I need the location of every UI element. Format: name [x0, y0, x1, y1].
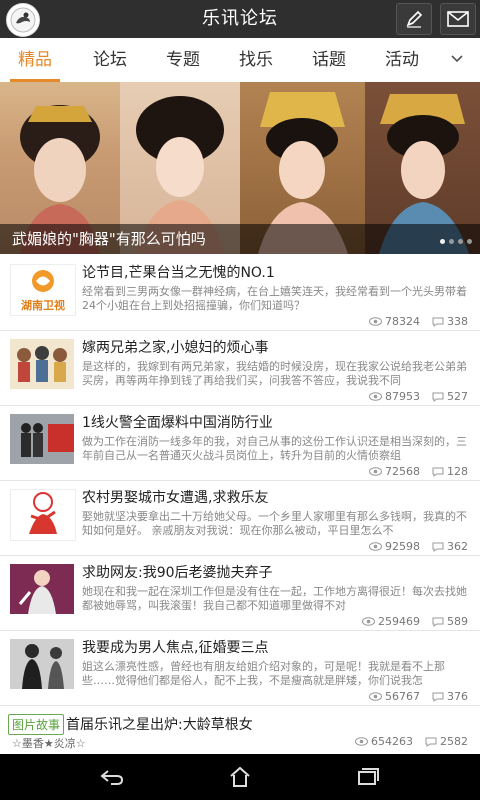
post-title: 首届乐讯之星出炉:大龄草根女 — [66, 717, 253, 733]
pager-dot[interactable] — [467, 239, 472, 244]
list-item[interactable]: 我要成为男人焦点,征婚要三点 姐这么漂亮性感，曾经也有朋友给姐介绍对象的，可是呢… — [0, 631, 480, 706]
comment-count: 376 — [447, 690, 468, 703]
pager-dot[interactable] — [449, 239, 454, 244]
mail-icon[interactable] — [440, 3, 476, 35]
eye-icon — [369, 392, 382, 401]
view-count: 654263 — [371, 735, 413, 748]
tab-topics-special[interactable]: 专题 — [148, 38, 218, 82]
comment-count: 527 — [447, 390, 468, 403]
thumbnail-logo-text: 湖南卫视 — [21, 299, 65, 312]
post-list: 湖南卫视 论节目,芒果台当之无愧的NO.1 经常看到三男两女像一群神经病，在台上… — [0, 256, 480, 706]
post-stats: 259469 589 — [362, 615, 468, 628]
post-thumbnail — [10, 639, 74, 689]
view-count: 78324 — [385, 315, 420, 328]
post-excerpt: 她现在和我一起在深圳工作但是没有住在一起，工作地方离得很近！每次去找她都被她辱骂… — [82, 585, 467, 612]
comment-icon — [432, 392, 444, 402]
comment-icon — [432, 467, 444, 477]
picture-story-item[interactable]: 图片故事 首届乐讯之星出炉:大龄草根女 ☆墨香★炎凉☆ 654263 2582 — [0, 707, 480, 753]
system-nav-bar — [0, 754, 480, 800]
post-title: 农村男娶城市女遭遇,求救乐友 — [82, 490, 269, 506]
tab-bar: 精品 论坛 专题 找乐 话题 活动 — [0, 38, 480, 83]
featured-banner[interactable]: 武媚娘的"胸器"有那么可怕吗 — [0, 82, 480, 254]
post-author[interactable]: ☆墨香★炎凉☆ — [12, 735, 86, 751]
back-icon[interactable] — [98, 763, 126, 791]
chevron-down-icon[interactable] — [450, 52, 464, 66]
list-item[interactable]: 1线火警全面爆料中国消防行业 做为工作在消防一线多年的我，对自己从事的这份工作认… — [0, 406, 480, 481]
post-excerpt: 做为工作在消防一线多年的我，对自己从事的这份工作认识还是相当深刻的，三年前自己从… — [82, 435, 467, 462]
tab-find-fun[interactable]: 找乐 — [221, 38, 291, 82]
post-thumbnail — [10, 339, 74, 389]
comment-icon — [432, 617, 444, 627]
list-item[interactable]: 嫁两兄弟之家,小媳妇的烦心事 是这样的，我嫁到有两兄弟家，我结婚的时候没房，现在… — [0, 331, 480, 406]
tab-activities[interactable]: 活动 — [367, 38, 437, 82]
eye-icon — [369, 317, 382, 326]
pager-dot[interactable] — [458, 239, 463, 244]
post-stats: 72568 128 — [369, 465, 468, 478]
view-count: 56767 — [385, 690, 420, 703]
post-title: 嫁两兄弟之家,小媳妇的烦心事 — [82, 340, 269, 356]
banner-caption: 武媚娘的"胸器"有那么可怕吗 — [0, 224, 480, 254]
tab-topics[interactable]: 话题 — [294, 38, 364, 82]
view-count: 259469 — [378, 615, 420, 628]
comment-count: 589 — [447, 615, 468, 628]
comment-icon — [432, 692, 444, 702]
list-item[interactable]: 湖南卫视 论节目,芒果台当之无愧的NO.1 经常看到三男两女像一群神经病，在台上… — [0, 256, 480, 331]
post-title: 1线火警全面爆料中国消防行业 — [82, 415, 273, 431]
tab-forum[interactable]: 论坛 — [75, 38, 145, 82]
view-count: 72568 — [385, 465, 420, 478]
tab-featured[interactable]: 精品 — [0, 38, 70, 82]
list-item[interactable]: 农村男娶城市女遭遇,求救乐友 娶她就坚决要拿出二十万给她父母。一个乡里人家哪里有… — [0, 481, 480, 556]
post-excerpt: 娶她就坚决要拿出二十万给她父母。一个乡里人家哪里有那么多钱啊，我真的不知如何是好… — [82, 510, 467, 537]
post-thumbnail: 湖南卫视 — [10, 264, 76, 316]
comment-count: 362 — [447, 540, 468, 553]
post-title: 求助网友:我90后老婆抛夫弃子 — [82, 565, 273, 581]
post-title: 论节目,芒果台当之无愧的NO.1 — [82, 265, 275, 281]
post-stats: 78324 338 — [369, 315, 468, 328]
comment-icon — [432, 542, 444, 552]
eye-icon — [355, 737, 368, 746]
post-stats: 92598 362 — [369, 540, 468, 553]
eye-icon — [369, 542, 382, 551]
comment-count: 338 — [447, 315, 468, 328]
category-tag[interactable]: 图片故事 — [8, 714, 65, 735]
edit-pen-icon[interactable] — [396, 3, 432, 35]
eye-icon — [369, 467, 382, 476]
list-item[interactable]: 求助网友:我90后老婆抛夫弃子 她现在和我一起在深圳工作但是没有住在一起，工作地… — [0, 556, 480, 631]
post-excerpt: 经常看到三男两女像一群神经病，在台上嬉笑连天，我经常看到一个光头男带着24个小姐… — [82, 285, 467, 312]
recent-apps-icon[interactable] — [354, 763, 382, 791]
post-stats: 56767 376 — [369, 690, 468, 703]
home-icon[interactable] — [226, 763, 254, 791]
eye-icon — [362, 617, 375, 626]
eye-icon — [369, 692, 382, 701]
app-header: 乐讯论坛 — [0, 0, 480, 38]
post-thumbnail — [10, 564, 74, 614]
post-thumbnail — [10, 414, 74, 464]
post-stats: 654263 2582 — [355, 735, 468, 748]
comment-icon — [432, 317, 444, 327]
view-count: 87953 — [385, 390, 420, 403]
view-count: 92598 — [385, 540, 420, 553]
comment-count: 128 — [447, 465, 468, 478]
comment-icon — [425, 737, 437, 747]
post-excerpt: 是这样的，我嫁到有两兄弟家，我结婚的时候没房，现在我家公说给我老公弟弟买房，再等… — [82, 360, 467, 387]
comment-count: 2582 — [440, 735, 468, 748]
post-stats: 87953 527 — [369, 390, 468, 403]
post-excerpt: 姐这么漂亮性感，曾经也有朋友给姐介绍对象的，可是呢！我就是看不上那些……觉得他们… — [82, 660, 445, 687]
post-title: 我要成为男人焦点,征婚要三点 — [82, 640, 269, 656]
post-thumbnail — [10, 489, 76, 541]
banner-pager — [440, 239, 472, 244]
pager-dot[interactable] — [440, 239, 445, 244]
